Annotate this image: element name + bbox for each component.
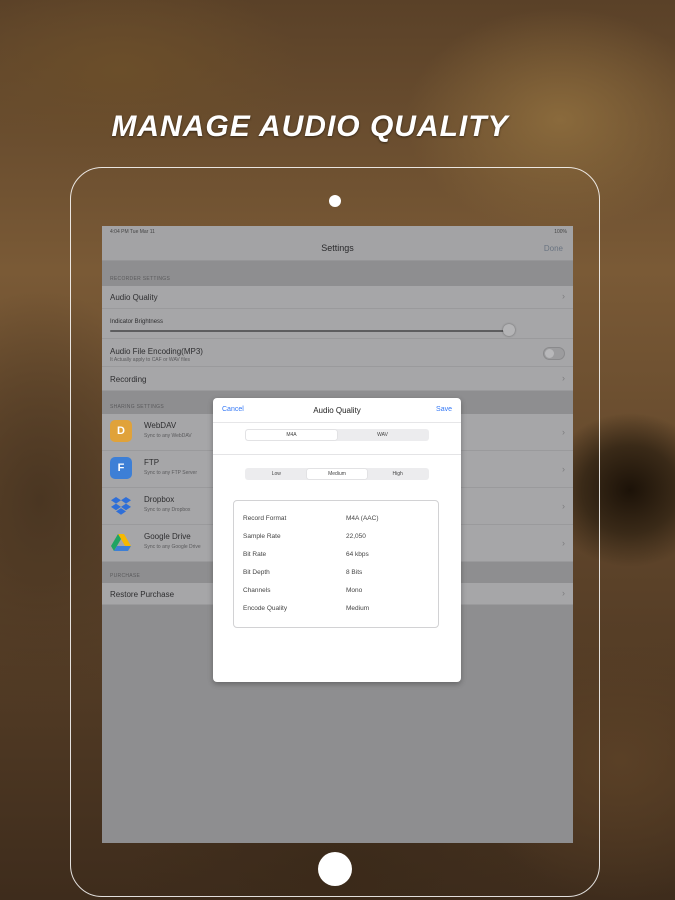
quality-segmented-control: Low Medium High bbox=[245, 468, 429, 480]
quality-details-box: Record Format M4A (AAC) Sample Rate 22,0… bbox=[233, 500, 439, 628]
service-name: Dropbox bbox=[144, 495, 175, 504]
webdav-icon: D bbox=[110, 420, 132, 442]
ftp-icon: F bbox=[110, 457, 132, 479]
service-sublabel: Sync to any WebDAV bbox=[144, 433, 192, 439]
row-label: Restore Purchase bbox=[110, 590, 175, 599]
status-time: 4:04 PM Tue Mar 11 bbox=[110, 229, 155, 235]
detail-key: Bit Depth bbox=[243, 569, 270, 576]
section-label-recorder: RECORDER SETTINGS bbox=[110, 276, 171, 282]
done-button[interactable]: Done bbox=[544, 244, 563, 253]
row-label: Audio File Encoding(MP3) bbox=[110, 347, 203, 356]
chevron-right-icon: › bbox=[562, 501, 565, 511]
chevron-right-icon: › bbox=[562, 373, 565, 383]
service-name: FTP bbox=[144, 458, 160, 467]
quality-option-low[interactable]: Low bbox=[246, 469, 307, 479]
detail-row: Record Format M4A (AAC) bbox=[234, 515, 438, 527]
detail-key: Record Format bbox=[243, 515, 287, 522]
chevron-right-icon: › bbox=[562, 588, 565, 598]
detail-key: Channels bbox=[243, 587, 271, 594]
detail-row: Channels Mono bbox=[234, 587, 438, 599]
detail-value: Mono bbox=[346, 587, 363, 594]
google-drive-icon bbox=[110, 531, 132, 553]
detail-row: Encode Quality Medium bbox=[234, 605, 438, 617]
chevron-right-icon: › bbox=[562, 427, 565, 437]
detail-value: M4A (AAC) bbox=[346, 515, 379, 522]
audio-quality-dialog: Cancel Audio Quality Save M4A WAV Low Me… bbox=[213, 398, 461, 682]
service-sublabel: Sync to any Dropbox bbox=[144, 507, 191, 513]
dropbox-icon bbox=[110, 494, 132, 516]
brightness-slider-thumb[interactable] bbox=[503, 324, 515, 336]
chevron-right-icon: › bbox=[562, 291, 565, 301]
dialog-header: Cancel Audio Quality Save bbox=[213, 398, 461, 423]
detail-row: Bit Depth 8 Bits bbox=[234, 569, 438, 581]
quality-option-high[interactable]: High bbox=[367, 469, 428, 479]
detail-key: Bit Rate bbox=[243, 551, 267, 558]
detail-row: Sample Rate 22,050 bbox=[234, 533, 438, 545]
row-label: Audio Quality bbox=[110, 293, 158, 302]
section-label-sharing: SHARING SETTINGS bbox=[110, 404, 164, 410]
row-recording[interactable]: Recording › bbox=[102, 367, 573, 391]
save-button[interactable]: Save bbox=[436, 406, 452, 413]
row-sublabel: It Actually apply to CAF or WAV files bbox=[110, 357, 191, 363]
row-label: Recording bbox=[110, 375, 147, 384]
row-audio-file-encoding: Audio File Encoding(MP3) It Actually app… bbox=[102, 339, 573, 367]
service-name: WebDAV bbox=[144, 421, 177, 430]
service-name: Google Drive bbox=[144, 532, 191, 541]
detail-value: 8 Bits bbox=[346, 569, 363, 576]
service-sublabel: Sync to any FTP Server bbox=[144, 470, 197, 476]
divider bbox=[213, 454, 461, 455]
chevron-right-icon: › bbox=[562, 464, 565, 474]
format-segmented-control: M4A WAV bbox=[245, 429, 429, 441]
detail-value: Medium bbox=[346, 605, 370, 612]
status-bar: 4:04 PM Tue Mar 11 100% bbox=[102, 226, 573, 238]
chevron-right-icon: › bbox=[562, 538, 565, 548]
headline: MANAGE AUDIO QUALITY bbox=[111, 110, 509, 143]
dialog-title: Audio Quality bbox=[313, 406, 361, 415]
camera bbox=[329, 195, 341, 207]
nav-bar: Settings Done bbox=[102, 238, 573, 261]
home-button[interactable] bbox=[318, 852, 352, 886]
detail-key: Encode Quality bbox=[243, 605, 288, 612]
detail-row: Bit Rate 64 kbps bbox=[234, 551, 438, 563]
brightness-slider-track[interactable] bbox=[110, 330, 511, 332]
detail-key: Sample Rate bbox=[243, 533, 281, 540]
battery-indicator: 100% bbox=[554, 229, 567, 235]
page-title: Settings bbox=[321, 243, 354, 253]
quality-option-medium[interactable]: Medium bbox=[306, 469, 368, 479]
row-audio-quality[interactable]: Audio Quality › bbox=[102, 286, 573, 309]
service-sublabel: Sync to any Google Drive bbox=[144, 544, 201, 550]
row-indicator-brightness: Indicator Brightness bbox=[102, 309, 573, 339]
section-label-purchase: PURCHASE bbox=[110, 573, 141, 579]
detail-value: 64 kbps bbox=[346, 551, 369, 558]
row-label: Indicator Brightness bbox=[110, 319, 164, 325]
format-option-wav[interactable]: WAV bbox=[337, 430, 428, 440]
format-option-m4a[interactable]: M4A bbox=[246, 430, 337, 440]
detail-value: 22,050 bbox=[346, 533, 366, 540]
encoding-toggle[interactable] bbox=[543, 347, 565, 360]
